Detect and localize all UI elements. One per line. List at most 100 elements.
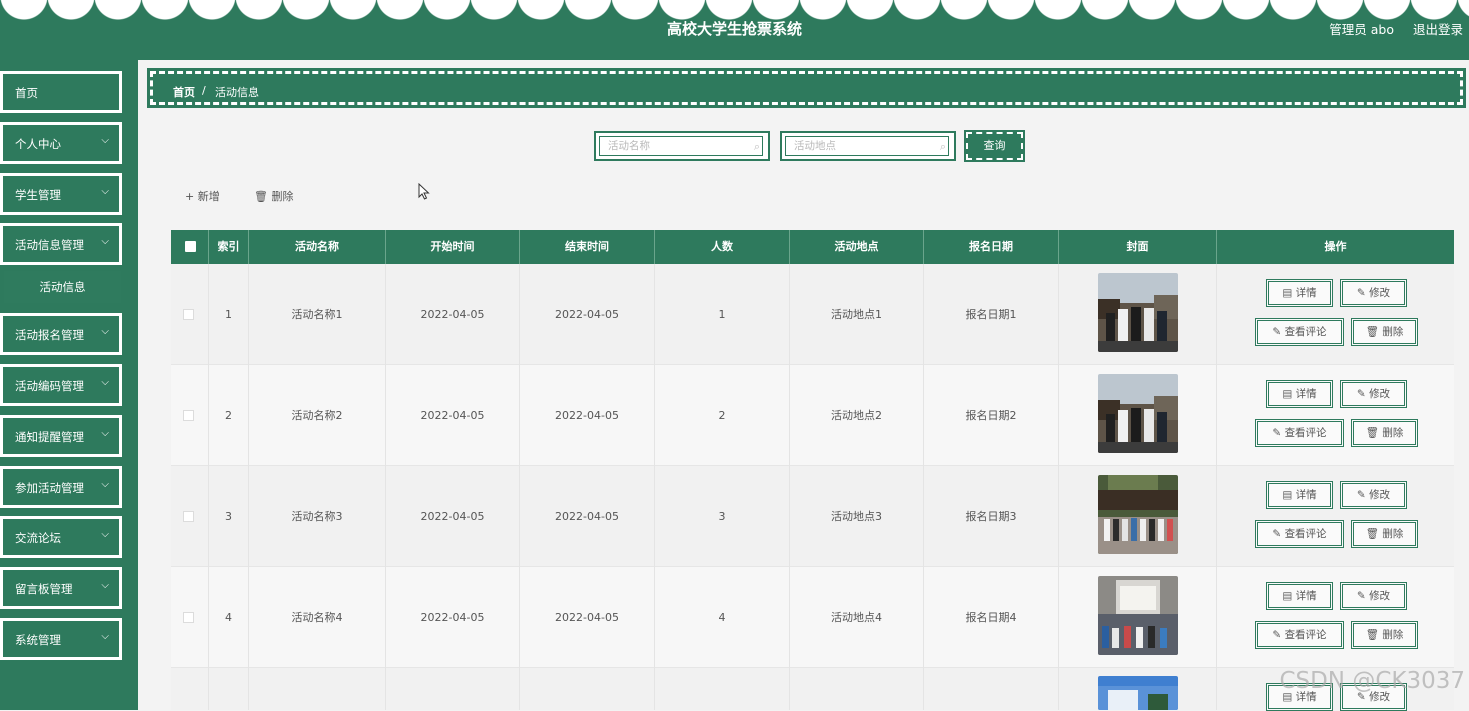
row-checkbox[interactable] [183, 612, 194, 623]
signup-date-cell: 报名日期1 [924, 264, 1059, 365]
add-button[interactable]: + 新增 [185, 188, 220, 204]
place-cell: 活动地点1 [790, 264, 924, 365]
edit-label: 修改 [1369, 388, 1391, 400]
start-time-cell: 2022-04-05 [386, 264, 520, 365]
chevron-down-icon: ⌵ [101, 580, 109, 591]
index-cell: 3 [209, 466, 249, 567]
batch-delete-button[interactable]: 🗑 删除 [254, 188, 293, 204]
view-comments-button[interactable]: ✎ 查看评论 [1255, 621, 1344, 649]
start-time-cell [386, 668, 520, 710]
activity-name-cell: 活动名称2 [249, 365, 386, 466]
sidebar: 首页 个人中心 ⌵ 学生管理 ⌵ 活动信息管理 ⌵ 活动信息 活动报名管理 ⌵ … [0, 60, 138, 710]
signup-date-cell: 报名日期4 [924, 567, 1059, 668]
sidebar-item-message-board[interactable]: 留言板管理 ⌵ [0, 567, 122, 609]
edit-button[interactable]: ✎ 修改 [1340, 279, 1407, 307]
delete-button[interactable]: 🗑 删除 [1351, 318, 1418, 346]
detail-button[interactable]: ▤ 详情 [1266, 279, 1333, 307]
edit-button[interactable]: ✎ 修改 [1340, 380, 1407, 408]
trash-icon: 🗑 [1365, 427, 1383, 439]
header-activity-name: 活动名称 [249, 230, 386, 264]
detail-button[interactable]: ▤ 详情 [1266, 481, 1333, 509]
row-checkbox[interactable] [183, 309, 194, 320]
sidebar-item-system-management[interactable]: 系统管理 ⌵ [0, 618, 122, 660]
pencil-icon: ✎ [1272, 528, 1285, 540]
header-index: 索引 [209, 230, 249, 264]
trash-icon: 🗑 [1365, 629, 1383, 641]
select-all-checkbox[interactable] [185, 241, 196, 252]
sidebar-item-activity-signup-management[interactable]: 活动报名管理 ⌵ [0, 313, 122, 355]
cover-image [1098, 676, 1178, 710]
activity-place-input[interactable] [785, 136, 949, 156]
delete-button[interactable]: 🗑 删除 [1351, 520, 1418, 548]
place-cell: 活动地点2 [790, 365, 924, 466]
count-cell [655, 668, 790, 710]
sidebar-item-home[interactable]: 首页 [0, 71, 122, 113]
sidebar-subitem-activity-info[interactable]: 活动信息 [4, 271, 121, 303]
detail-button[interactable]: ▤ 详情 [1266, 380, 1333, 408]
header-scallop-decoration [0, 0, 1469, 20]
sidebar-item-label: 学生管理 [15, 188, 61, 202]
sidebar-item-activity-info-management[interactable]: 活动信息管理 ⌵ [0, 223, 122, 265]
cover-image [1098, 475, 1178, 554]
sidebar-item-label: 个人中心 [15, 137, 61, 151]
start-time-cell: 2022-04-05 [386, 466, 520, 567]
sidebar-item-notification-management[interactable]: 通知提醒管理 ⌵ [0, 415, 122, 457]
trash-icon: 🗑 [1365, 326, 1383, 338]
detail-button[interactable]: ▤ 详情 [1266, 582, 1333, 610]
detail-label: 详情 [1295, 287, 1317, 299]
view-comments-label: 查看评论 [1284, 427, 1327, 439]
sidebar-item-label: 首页 [15, 86, 38, 100]
app-title: 高校大学生抢票系统 [666, 20, 802, 38]
header-signup-date: 报名日期 [924, 230, 1059, 264]
end-time-cell: 2022-04-05 [520, 466, 655, 567]
pencil-icon: ✎ [1356, 590, 1370, 602]
header-cover: 封面 [1059, 230, 1217, 264]
query-button[interactable]: 查询 [964, 130, 1025, 162]
delete-button[interactable]: 🗑 删除 [1351, 621, 1418, 649]
view-comments-button[interactable]: ✎ 查看评论 [1255, 318, 1344, 346]
chevron-down-icon: ⌵ [101, 236, 109, 247]
edit-button[interactable]: ✎ 修改 [1340, 582, 1407, 610]
sidebar-item-label: 系统管理 [15, 633, 61, 647]
activity-place-search: ⌕ [780, 131, 956, 161]
row-checkbox[interactable] [183, 410, 194, 421]
cursor-arrow-icon [418, 182, 430, 204]
activity-name-cell: 活动名称4 [249, 567, 386, 668]
sidebar-item-activity-code-management[interactable]: 活动编码管理 ⌵ [0, 364, 122, 406]
sidebar-item-forum[interactable]: 交流论坛 ⌵ [0, 516, 122, 558]
delete-label: 删除 [1382, 427, 1404, 439]
activity-name-input[interactable] [599, 136, 763, 156]
view-comments-button[interactable]: ✎ 查看评论 [1255, 419, 1344, 447]
delete-label: 删除 [1382, 528, 1404, 540]
doc-icon: ▤ [1282, 489, 1296, 501]
search-icon: ⌕ [753, 140, 760, 153]
index-cell [209, 668, 249, 710]
count-cell: 2 [655, 365, 790, 466]
edit-button[interactable]: ✎ 修改 [1340, 481, 1407, 509]
sidebar-item-student-management[interactable]: 学生管理 ⌵ [0, 173, 122, 215]
row-checkbox[interactable] [183, 511, 194, 522]
select-cell [171, 365, 209, 466]
header-actions: 操作 [1324, 240, 1347, 253]
count-cell: 4 [655, 567, 790, 668]
sidebar-item-label: 参加活动管理 [15, 481, 84, 495]
logout-link[interactable]: 退出登录 [1413, 19, 1463, 38]
edit-label: 修改 [1369, 590, 1391, 602]
pencil-icon: ✎ [1356, 287, 1370, 299]
end-time-cell: 2022-04-05 [520, 264, 655, 365]
doc-icon: ▤ [1282, 287, 1296, 299]
breadcrumb-home[interactable]: 首页 [173, 84, 195, 100]
cover-image [1098, 576, 1178, 655]
chevron-down-icon: ⌵ [101, 377, 109, 388]
watermark: CSDN @CK3037 [1279, 668, 1465, 694]
sidebar-item-personal-center[interactable]: 个人中心 ⌵ [0, 122, 122, 164]
doc-icon: ▤ [1282, 590, 1296, 602]
delete-label: 删除 [1382, 629, 1404, 641]
view-comments-button[interactable]: ✎ 查看评论 [1255, 520, 1344, 548]
delete-label: 删除 [1382, 326, 1404, 338]
select-cell [171, 668, 209, 710]
sidebar-item-participation-management[interactable]: 参加活动管理 ⌵ [0, 466, 122, 508]
sidebar-item-label: 通知提醒管理 [15, 430, 84, 444]
count-cell: 3 [655, 466, 790, 567]
delete-button[interactable]: 🗑 删除 [1351, 419, 1418, 447]
